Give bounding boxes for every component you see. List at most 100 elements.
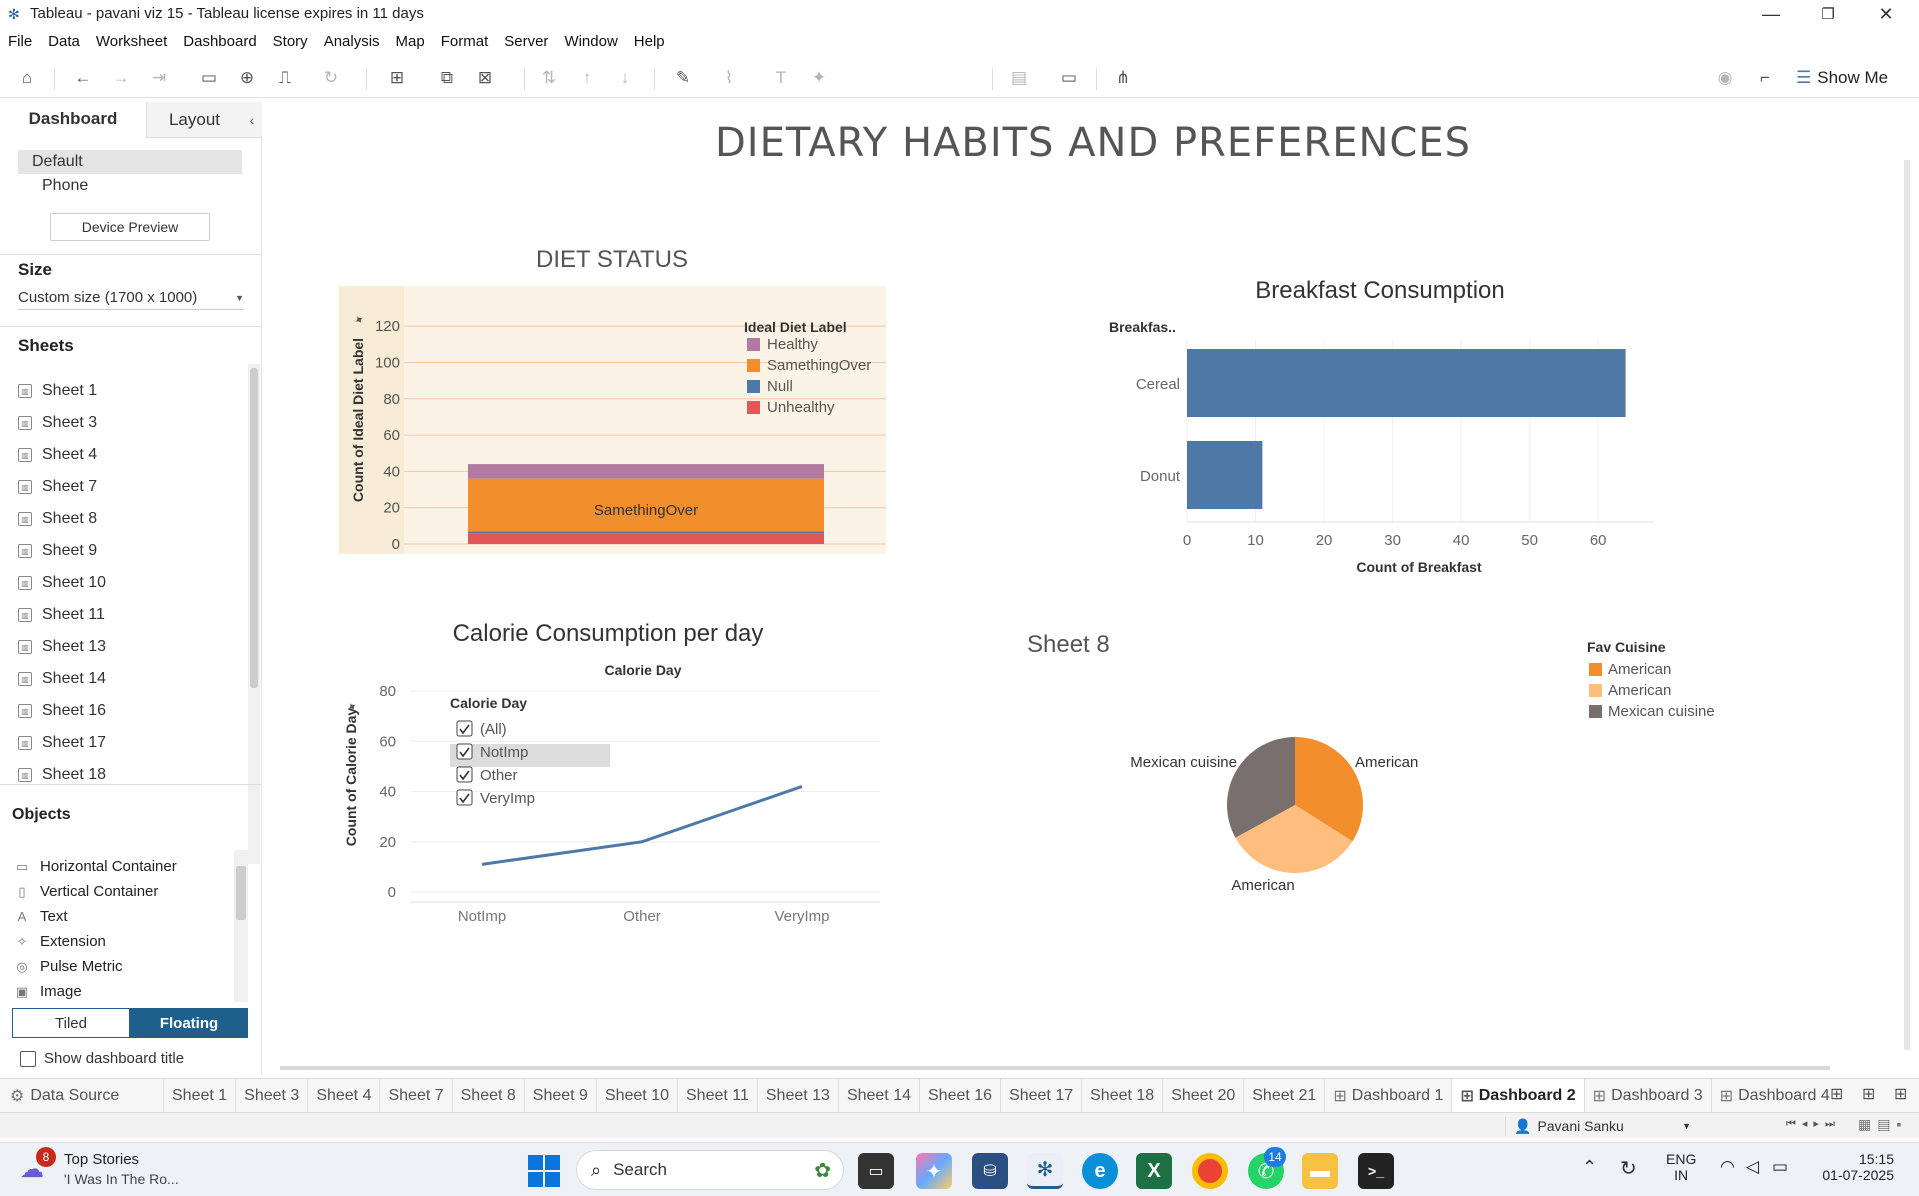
tab-sheet[interactable]: Sheet 20 xyxy=(1163,1078,1245,1113)
tab-sheet[interactable]: Sheet 10 xyxy=(597,1078,678,1113)
show-me-button[interactable]: ☰ Show Me xyxy=(1796,66,1888,90)
legend-item[interactable]: American xyxy=(1608,661,1671,678)
news-title[interactable]: Top Stories xyxy=(64,1151,139,1168)
filter-option[interactable]: VeryImp xyxy=(480,790,535,807)
device-default[interactable]: Default xyxy=(18,150,242,174)
tab-layout[interactable]: Layout xyxy=(146,102,242,138)
task-view-icon[interactable]: ▭ xyxy=(858,1153,894,1189)
size-dropdown[interactable]: Custom size (1700 x 1000) ▼ xyxy=(18,286,244,310)
taskbar-search[interactable]: ⌕ Search ✿ xyxy=(576,1150,844,1190)
restore-button[interactable]: ❐ xyxy=(1800,0,1856,28)
group-icon[interactable]: ⌇ xyxy=(716,66,742,90)
tab-sheet[interactable]: Sheet 8 xyxy=(453,1078,525,1113)
sheet-item[interactable]: ▥ Sheet 18 xyxy=(18,760,106,790)
legend-item[interactable]: Mexican cuisine xyxy=(1608,703,1715,720)
tab-sheet[interactable]: Sheet 4 xyxy=(308,1078,381,1113)
bar-segment[interactable] xyxy=(468,533,824,544)
swap-icon[interactable]: ⇅ xyxy=(536,66,562,90)
legend-item[interactable]: American xyxy=(1608,682,1671,699)
sheet-item[interactable]: ▥ Sheet 8 xyxy=(18,504,97,534)
device-preview-button[interactable]: Device Preview xyxy=(50,213,210,241)
menu-story[interactable]: Story xyxy=(273,33,308,50)
format-painter-icon[interactable]: ⌐ xyxy=(1752,66,1778,90)
tab-dashboard[interactable]: ⊞ Dashboard 4 xyxy=(1712,1079,1838,1113)
redo-icon[interactable]: → xyxy=(108,66,134,90)
tab-sheet[interactable]: Sheet 18 xyxy=(1082,1078,1164,1113)
objects-scrollbar[interactable] xyxy=(234,850,248,1002)
tab-dashboard[interactable]: ⊞ Dashboard 3 xyxy=(1585,1078,1712,1113)
menu-help[interactable]: Help xyxy=(634,33,665,50)
bar-segment[interactable] xyxy=(468,464,824,479)
new-data-source-icon[interactable]: ⊕ xyxy=(234,66,260,90)
object-pulse-metric[interactable]: ◎ Pulse Metric xyxy=(14,954,122,979)
menu-map[interactable]: Map xyxy=(396,33,425,50)
sheet-item[interactable]: ▥ Sheet 17 xyxy=(18,728,106,758)
legend-item[interactable]: Null xyxy=(767,378,793,395)
tab-sheet[interactable]: Sheet 7 xyxy=(380,1078,453,1113)
home-icon[interactable]: ⌂ xyxy=(14,66,40,90)
clock[interactable]: 15:15 01-07-2025 xyxy=(1814,1151,1894,1183)
share-icon[interactable]: ⋔ xyxy=(1110,66,1136,90)
menu-server[interactable]: Server xyxy=(504,33,548,50)
pin-icon[interactable]: ✦ xyxy=(806,66,832,90)
device-phone[interactable]: Phone xyxy=(42,177,88,195)
view-mode-icons[interactable]: ▦▤▪ xyxy=(1858,1116,1907,1133)
clear-sheet-icon[interactable]: ⊠ xyxy=(472,66,498,90)
tab-dashboard[interactable]: ⊞ Dashboard 1 xyxy=(1325,1078,1453,1113)
menu-window[interactable]: Window xyxy=(564,33,617,50)
filter-option[interactable]: (All) xyxy=(480,721,507,738)
minimize-button[interactable]: — xyxy=(1743,0,1799,28)
wifi-icon[interactable]: ◠ xyxy=(1720,1157,1735,1177)
tab-sheet[interactable]: Sheet 9 xyxy=(525,1078,597,1113)
excel-icon[interactable]: X xyxy=(1136,1153,1172,1189)
new-worksheet-tab-icon[interactable]: ⊞ xyxy=(1830,1084,1843,1104)
tab-dashboard[interactable]: Dashboard xyxy=(0,102,146,138)
tab-sheet[interactable]: Sheet 3 xyxy=(236,1078,309,1113)
user-menu[interactable]: 👤 Pavani Sanku ▼ xyxy=(1505,1116,1691,1136)
object-image[interactable]: ▣ Image xyxy=(14,979,82,1004)
sheet-item[interactable]: ▥ Sheet 14 xyxy=(18,664,106,694)
bar[interactable] xyxy=(1187,441,1263,509)
legend-item[interactable]: Unhealthy xyxy=(767,399,835,416)
legend-swatch[interactable] xyxy=(1589,663,1602,676)
object-horizontal-container[interactable]: ▭ Horizontal Container xyxy=(14,854,177,879)
floating-button[interactable]: Floating xyxy=(130,1008,248,1038)
labels-icon[interactable]: T xyxy=(768,66,794,90)
sync-icon[interactable]: ↻ xyxy=(1620,1156,1637,1181)
calorie-chart[interactable]: Calorie Consumption per day Calorie Day … xyxy=(330,612,900,934)
checkbox-icon[interactable] xyxy=(456,743,473,760)
show-cards-icon[interactable]: ▤ xyxy=(1006,66,1032,90)
save-icon[interactable]: ▭ xyxy=(196,66,222,90)
replay-icon[interactable]: ⇥ xyxy=(146,66,172,90)
object-text[interactable]: A Text xyxy=(14,904,68,929)
tab-dashboard-active[interactable]: ⊞ Dashboard 2 xyxy=(1452,1078,1585,1113)
pie-chart[interactable]: Sheet 8 Mexican cuisine American America… xyxy=(1000,620,1760,920)
ask-data-icon[interactable]: ◉ xyxy=(1712,66,1738,90)
tab-data-source[interactable]: ⚙ Data Source xyxy=(0,1078,164,1113)
mysql-workbench-icon[interactable]: ⛁ xyxy=(972,1153,1008,1189)
canvas-scrollbar[interactable] xyxy=(1904,160,1910,1050)
legend-swatch[interactable] xyxy=(747,359,760,372)
legend-swatch[interactable] xyxy=(747,338,760,351)
sheet-item[interactable]: ▥ Sheet 13 xyxy=(18,632,106,662)
show-title-checkbox[interactable]: Show dashboard title xyxy=(20,1050,184,1067)
presentation-mode-icon[interactable]: ▭ xyxy=(1056,66,1082,90)
legend-swatch[interactable] xyxy=(747,401,760,414)
tab-sheet[interactable]: Sheet 1 xyxy=(164,1078,237,1113)
windows-start-icon[interactable] xyxy=(528,1155,560,1187)
new-worksheet-icon[interactable]: ⊞ xyxy=(384,66,410,90)
tab-sheet[interactable]: Sheet 21 xyxy=(1244,1078,1326,1113)
menu-file[interactable]: File xyxy=(8,33,32,50)
breakfast-chart[interactable]: Breakfast Consumption Breakfas.. Cereal D… xyxy=(1100,270,1660,580)
edge-icon[interactable]: e xyxy=(1082,1153,1118,1189)
tab-sheet[interactable]: Sheet 14 xyxy=(839,1078,920,1113)
sheet-item[interactable]: ▥ Sheet 16 xyxy=(18,696,106,726)
new-dashboard-tab-icon[interactable]: ⊞ xyxy=(1862,1084,1875,1104)
sheet-item[interactable]: ▥ Sheet 3 xyxy=(18,408,97,438)
undo-icon[interactable]: ← xyxy=(70,66,96,90)
battery-icon[interactable]: ▭ xyxy=(1772,1157,1788,1177)
volume-icon[interactable]: ◁ xyxy=(1746,1157,1759,1177)
news-subtitle[interactable]: 'I Was In The Ro... xyxy=(64,1171,179,1187)
tableau-taskbar-icon[interactable]: ✻ xyxy=(1027,1153,1063,1189)
sort-descending-icon[interactable]: ↓ xyxy=(612,66,638,90)
